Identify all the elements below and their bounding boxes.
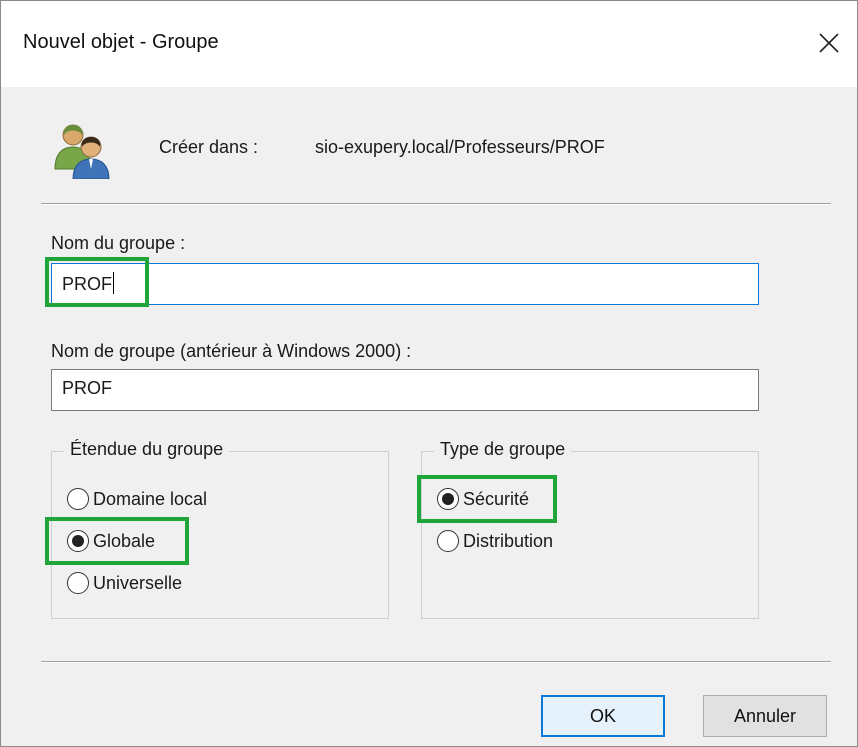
close-button[interactable] — [809, 23, 849, 63]
group-type-legend: Type de groupe — [434, 439, 572, 460]
radio-label: Domaine local — [93, 488, 208, 509]
radio-button-selected[interactable] — [437, 488, 459, 510]
radio-label: Distribution — [463, 530, 554, 551]
container-path: sio-exupery.local/Professeurs/PROF — [315, 137, 605, 157]
legacy-name-label: Nom de groupe (antérieur à Windows 2000)… — [51, 341, 412, 361]
create-in-label: Créer dans : — [159, 137, 259, 157]
radio-button[interactable] — [67, 488, 89, 510]
type-distribution-radio[interactable]: Distribution — [437, 530, 553, 552]
radio-button[interactable] — [67, 572, 89, 594]
legacy-name-value: PROF — [62, 378, 113, 398]
group-name-input[interactable]: PROF — [51, 263, 759, 305]
group-name-value: PROF — [62, 274, 113, 294]
separator-bottom — [41, 661, 831, 663]
group-scope-legend: Étendue du groupe — [64, 439, 230, 460]
title-bar: Nouvel objet - Groupe — [1, 1, 857, 87]
group-name-label: Nom du groupe : — [51, 233, 186, 253]
ok-button[interactable]: OK — [541, 695, 665, 737]
radio-button-selected[interactable] — [67, 530, 89, 552]
text-caret — [113, 272, 115, 294]
new-group-dialog: Nouvel objet - Groupe Créer dans : sio-e… — [0, 0, 858, 747]
cancel-button[interactable]: Annuler — [703, 695, 827, 737]
scope-domain-local-radio[interactable]: Domaine local — [67, 488, 207, 510]
radio-label: Globale — [93, 530, 156, 551]
close-icon — [819, 33, 839, 53]
users-group-icon — [54, 124, 110, 179]
scope-global-radio[interactable]: Globale — [67, 530, 155, 552]
separator-top — [41, 203, 831, 205]
window-title: Nouvel objet - Groupe — [23, 31, 219, 53]
legacy-name-input[interactable]: PROF — [51, 369, 759, 411]
scope-universal-radio[interactable]: Universelle — [67, 572, 182, 594]
radio-label: Sécurité — [463, 488, 530, 509]
radio-button[interactable] — [437, 530, 459, 552]
radio-label: Universelle — [93, 572, 183, 593]
type-security-radio[interactable]: Sécurité — [437, 488, 529, 510]
